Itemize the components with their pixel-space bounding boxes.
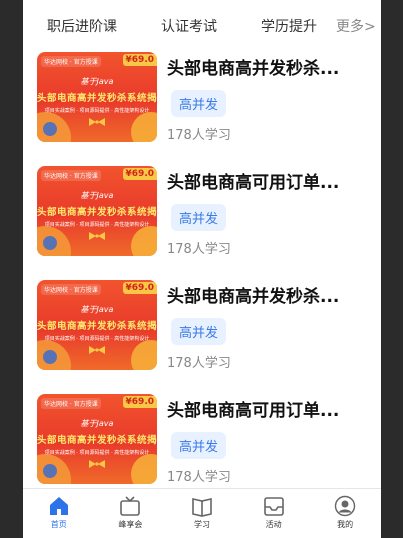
course-thumbnail[interactable]: 华达网校 · 官方授课 ¥69.0 基于Java 头部电商高并发秒杀系统揭秘 项… bbox=[37, 166, 157, 256]
profile-icon bbox=[334, 495, 356, 517]
course-tag: 高并发 bbox=[171, 204, 227, 231]
tabbar-label: 学习 bbox=[193, 520, 210, 529]
thumb-headline: 头部电商高并发秒杀系统揭秘 bbox=[37, 321, 157, 332]
tabbar-label: 峰享会 bbox=[118, 520, 143, 529]
tabbar-study[interactable]: 学习 bbox=[166, 489, 238, 538]
thumb-logo: 华达网校 · 官方授课 bbox=[41, 284, 101, 295]
thumb-subtitle: 项目实战案例 · 项目源码提供 · 高性能架构设计 bbox=[44, 336, 150, 342]
learner-count: 178人学习 bbox=[167, 242, 231, 257]
bow-icon bbox=[89, 232, 105, 240]
thumb-logo: 华达网校 · 官方授课 bbox=[41, 56, 101, 67]
book-icon bbox=[192, 498, 212, 517]
thumb-logo: 华达网校 · 官方授课 bbox=[41, 398, 101, 409]
decor-circle bbox=[131, 226, 157, 256]
tab-degree[interactable]: 学历提升 bbox=[261, 16, 317, 36]
thumb-subtitle: 项目实战案例 · 项目源码提供 · 高性能架构设计 bbox=[44, 222, 150, 228]
thumb-java: 基于Java bbox=[80, 419, 114, 428]
learner-count: 178人学习 bbox=[167, 128, 231, 143]
home-icon bbox=[49, 497, 68, 515]
course-tag: 高并发 bbox=[171, 90, 227, 117]
tabbar-profile[interactable]: 我的 bbox=[309, 489, 381, 538]
course-card[interactable]: 华达网校 · 官方授课 ¥69.0 基于Java 头部电商高并发秒杀系统揭秘 项… bbox=[23, 390, 381, 504]
thumb-headline: 头部电商高并发秒杀系统揭秘 bbox=[37, 93, 157, 104]
tab-certification[interactable]: 认证考试 bbox=[161, 16, 217, 36]
learner-count: 178人学习 bbox=[167, 470, 231, 485]
decor-circle bbox=[43, 236, 57, 250]
tabbar-home[interactable]: 首页 bbox=[23, 489, 95, 538]
thumb-subtitle: 项目实战案例 · 项目源码提供 · 高性能架构设计 bbox=[44, 450, 150, 456]
tabbar-community[interactable]: 峰享会 bbox=[95, 489, 167, 538]
tabbar-label: 首页 bbox=[50, 520, 67, 529]
decor-circle bbox=[43, 350, 57, 364]
phone-screen: 职后进阶课 认证考试 学历提升 更多> 华达网校 · 官方授课 ¥69.0 基于… bbox=[23, 0, 381, 538]
course-thumbnail[interactable]: 华达网校 · 官方授课 ¥69.0 基于Java 头部电商高并发秒杀系统揭秘 项… bbox=[37, 280, 157, 370]
category-tabs: 职后进阶课 认证考试 学历提升 更多> bbox=[23, 0, 381, 48]
course-card[interactable]: 华达网校 · 官方授课 ¥69.0 基于Java 头部电商高并发秒杀系统揭秘 项… bbox=[23, 276, 381, 390]
bow-icon bbox=[89, 118, 105, 126]
bow-icon bbox=[89, 460, 105, 468]
bottom-tab-bar: 首页 峰享会 学习 活动 我的 bbox=[23, 488, 381, 538]
course-card[interactable]: 华达网校 · 官方授课 ¥69.0 基于Java 头部电商高并发秒杀系统揭秘 项… bbox=[23, 162, 381, 276]
thumb-price: ¥69.0 bbox=[122, 282, 157, 294]
thumb-java: 基于Java bbox=[80, 305, 114, 314]
tabbar-label: 活动 bbox=[265, 520, 282, 529]
course-tag: 高并发 bbox=[171, 318, 227, 345]
tab-career[interactable]: 职后进阶课 bbox=[47, 16, 117, 36]
thumb-java: 基于Java bbox=[80, 77, 114, 86]
course-title[interactable]: 头部电商高可用订单... bbox=[167, 396, 367, 421]
tabbar-activity[interactable]: 活动 bbox=[238, 489, 310, 538]
course-list: 华达网校 · 官方授课 ¥69.0 基于Java 头部电商高并发秒杀系统揭秘 项… bbox=[23, 48, 381, 504]
thumb-price: ¥69.0 bbox=[122, 54, 157, 66]
decor-circle bbox=[131, 112, 157, 142]
thumb-subtitle: 项目实战案例 · 项目源码提供 · 高性能架构设计 bbox=[44, 108, 150, 114]
inbox-icon bbox=[263, 497, 284, 516]
thumb-java: 基于Java bbox=[80, 191, 114, 200]
course-thumbnail[interactable]: 华达网校 · 官方授课 ¥69.0 基于Java 头部电商高并发秒杀系统揭秘 项… bbox=[37, 52, 157, 142]
tv-icon bbox=[120, 496, 141, 516]
course-title[interactable]: 头部电商高并发秒杀... bbox=[167, 54, 367, 79]
tabbar-label: 我的 bbox=[337, 520, 354, 529]
decor-circle bbox=[43, 122, 57, 136]
course-tag: 高并发 bbox=[171, 432, 227, 459]
thumb-price: ¥69.0 bbox=[122, 396, 157, 408]
thumb-headline: 头部电商高并发秒杀系统揭秘 bbox=[37, 435, 157, 446]
decor-circle bbox=[131, 340, 157, 370]
course-card[interactable]: 华达网校 · 官方授课 ¥69.0 基于Java 头部电商高并发秒杀系统揭秘 项… bbox=[23, 48, 381, 162]
more-link[interactable]: 更多> bbox=[336, 16, 376, 36]
decor-circle bbox=[131, 454, 157, 484]
bow-icon bbox=[89, 346, 105, 354]
decor-circle bbox=[43, 464, 57, 478]
thumb-logo: 华达网校 · 官方授课 bbox=[41, 170, 101, 181]
thumb-headline: 头部电商高并发秒杀系统揭秘 bbox=[37, 207, 157, 218]
course-title[interactable]: 头部电商高并发秒杀... bbox=[167, 282, 367, 307]
thumb-price: ¥69.0 bbox=[122, 168, 157, 180]
learner-count: 178人学习 bbox=[167, 356, 231, 371]
course-thumbnail[interactable]: 华达网校 · 官方授课 ¥69.0 基于Java 头部电商高并发秒杀系统揭秘 项… bbox=[37, 394, 157, 484]
course-title[interactable]: 头部电商高可用订单... bbox=[167, 168, 367, 193]
